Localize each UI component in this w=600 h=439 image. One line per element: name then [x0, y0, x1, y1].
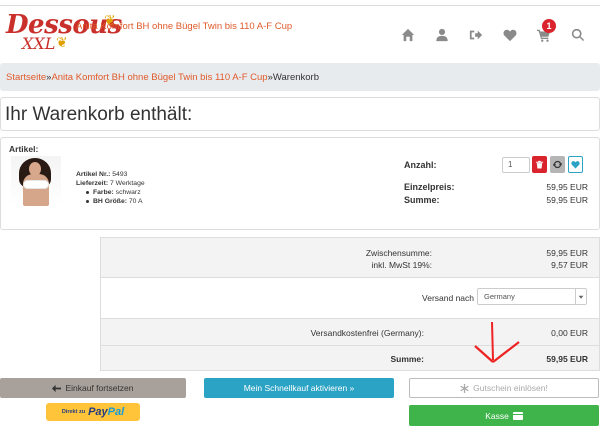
shipping-to-label: Versand nach: [422, 293, 474, 303]
quantity-label: Anzahl:: [404, 160, 437, 170]
unit-price-value: 59,95 EUR: [546, 182, 588, 192]
logo[interactable]: Dessous XXL ❦ ❦: [4, 10, 124, 54]
header-icons: 1: [388, 19, 592, 44]
cart-count-badge: 1: [542, 19, 556, 33]
cart-icon[interactable]: 1: [530, 19, 558, 44]
quantity-input[interactable]: 1: [502, 157, 530, 173]
logo-text-sub: XXL: [22, 34, 56, 53]
page-title-box: Ihr Warenkorb enthält:: [0, 97, 600, 131]
subtotal-label: Zwischensumme:: [365, 248, 432, 258]
article-number: Artikel Nr.: 5493: [76, 171, 128, 178]
breadcrumb-bar: Startseite»Anita Komfort BH ohne Bügel T…: [0, 63, 600, 91]
subtotal-section: [100, 237, 600, 278]
update-quantity-button[interactable]: [550, 156, 565, 173]
chevron-down-icon: [575, 289, 586, 304]
unit-price-label: Einzelpreis:: [404, 182, 455, 192]
continue-shopping-button[interactable]: Einkauf fortsetzen: [0, 378, 186, 398]
activate-quick-checkout-button[interactable]: Mein Schnellkauf aktivieren »: [204, 378, 394, 398]
move-to-wishlist-button[interactable]: [568, 156, 583, 173]
home-icon[interactable]: [394, 26, 422, 44]
search-icon[interactable]: [564, 26, 592, 44]
arrow-left-icon: [52, 384, 62, 392]
total-section: [100, 345, 600, 371]
item-sum-label: Summe:: [404, 195, 440, 205]
butterfly-icon: ❦: [56, 34, 68, 50]
attribute-color: Farbe: schwarz: [86, 189, 141, 196]
product-image[interactable]: [11, 156, 61, 206]
breadcrumb-current: Warenkorb: [272, 72, 319, 83]
free-shipping-label: Versandkostenfrei (Germany):: [310, 328, 424, 338]
subtotal-value: 59,95 EUR: [546, 248, 588, 258]
item-sum-value: 59,95 EUR: [546, 195, 588, 205]
breadcrumb: Startseite»Anita Komfort BH ohne Bügel T…: [6, 72, 319, 83]
total-label: Summe:: [390, 354, 424, 364]
heart-icon: [571, 161, 580, 169]
vat-label: inkl. MwSt 19%:: [371, 260, 432, 270]
redeem-voucher-button[interactable]: Gutschein einlösen!: [409, 378, 599, 398]
checkout-button[interactable]: Kasse: [409, 405, 599, 426]
country-selected-value: Germany: [484, 292, 515, 301]
total-value: 59,95 EUR: [546, 354, 588, 364]
user-icon[interactable]: [428, 26, 456, 44]
credit-card-icon: [512, 411, 523, 420]
free-shipping-value: 0,00 EUR: [551, 328, 588, 338]
top-border: [0, 0, 600, 6]
breadcrumb-home-link[interactable]: Startseite: [6, 72, 46, 83]
heart-icon[interactable]: [496, 26, 524, 44]
breadcrumb-product-link[interactable]: Anita Komfort BH ohne Bügel Twin bis 110…: [51, 72, 267, 83]
asterisk-icon: [460, 383, 469, 393]
product-name-link[interactable]: Anita Komfort BH ohne Bügel Twin bis 110…: [76, 21, 292, 32]
paypal-checkout-button[interactable]: Direkt zu Pay Pal: [46, 403, 140, 421]
logout-icon[interactable]: [462, 26, 490, 44]
country-select[interactable]: Germany: [477, 288, 587, 305]
vat-value: 9,57 EUR: [551, 260, 588, 270]
page-title: Ihr Warenkorb enthält:: [5, 104, 193, 125]
arrow-down-annotation-icon: [474, 321, 520, 363]
delete-item-button[interactable]: [532, 156, 547, 173]
attribute-bra-size: BH Größe: 70 A: [86, 198, 143, 205]
trash-icon: [535, 160, 544, 169]
delivery-time: Lieferzeit: 7 Werktage: [76, 180, 145, 187]
article-column-header: Artikel:: [9, 144, 39, 154]
refresh-icon: [553, 160, 562, 169]
